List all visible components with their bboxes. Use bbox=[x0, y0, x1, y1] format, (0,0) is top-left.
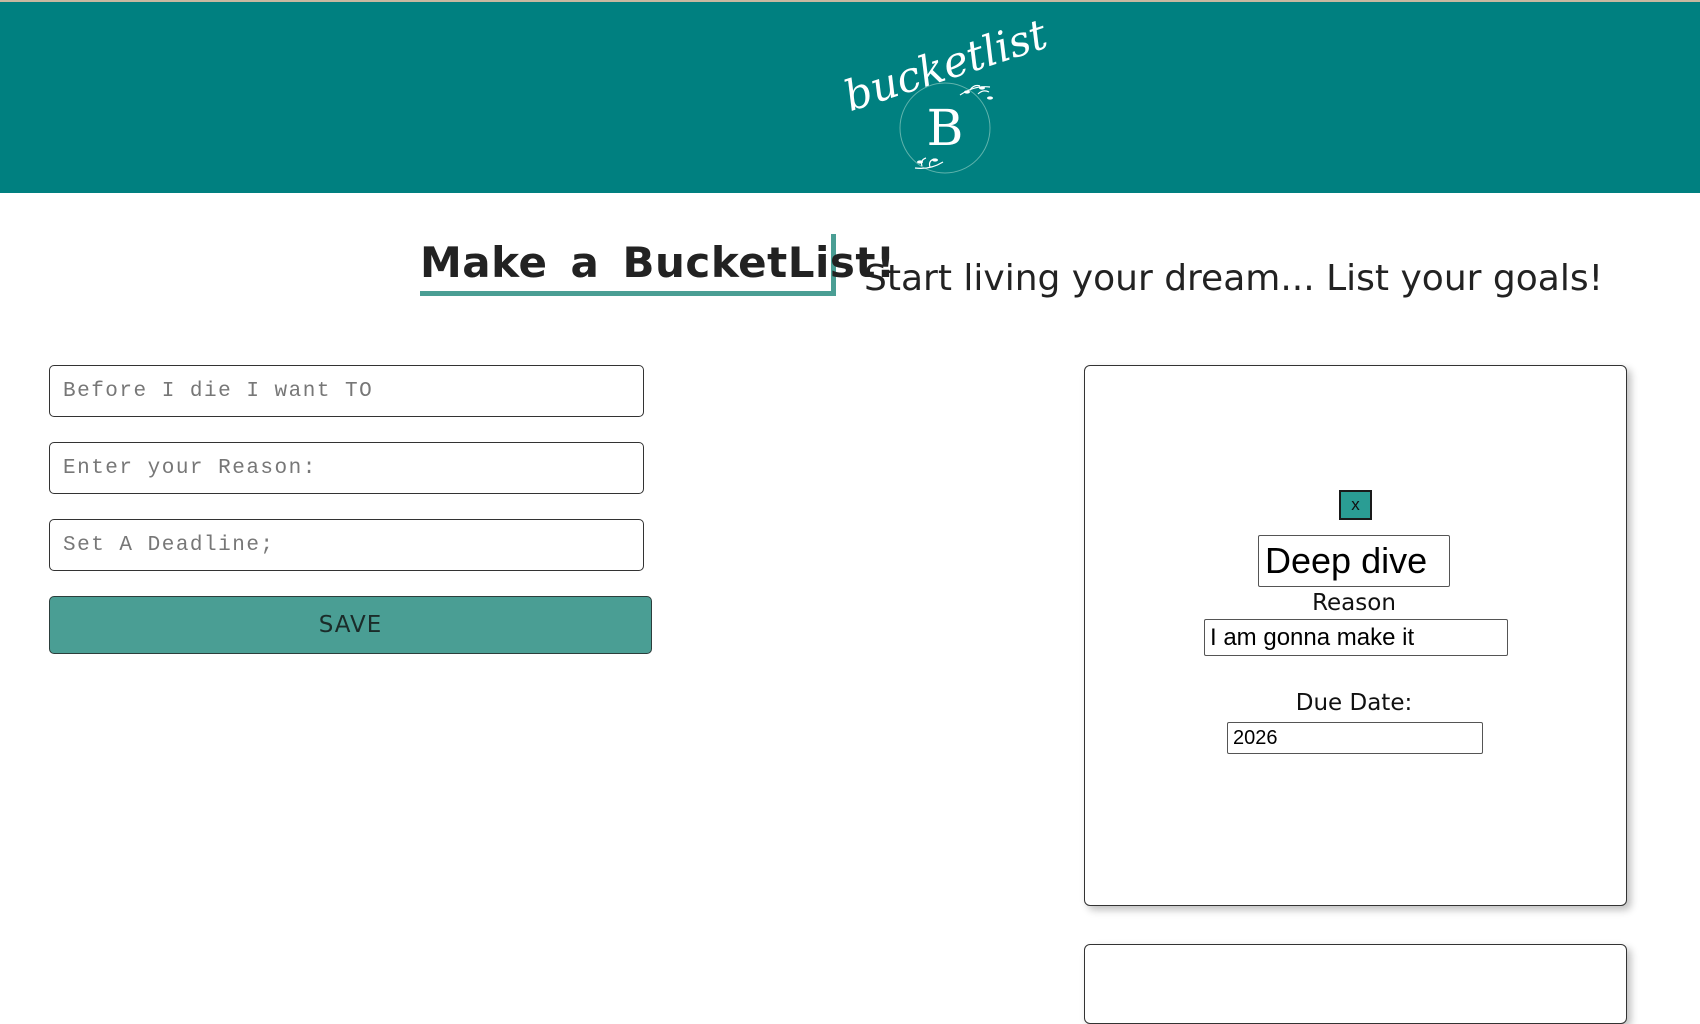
reason-input[interactable] bbox=[49, 442, 644, 494]
save-button[interactable]: SAVE bbox=[49, 596, 652, 654]
goal-input[interactable] bbox=[49, 365, 644, 417]
page-tagline: Start living your dream... List your goa… bbox=[864, 258, 1604, 299]
item-due-field[interactable] bbox=[1227, 722, 1483, 754]
page-title: Make a BucketList! bbox=[420, 238, 896, 287]
item-goal-field[interactable] bbox=[1258, 535, 1450, 587]
deadline-input[interactable] bbox=[49, 519, 644, 571]
bucketlist-logo: bucketlist B bbox=[838, 10, 1053, 174]
logo-letter: B bbox=[927, 99, 964, 157]
item-due-label: Due Date: bbox=[1295, 690, 1413, 716]
item-reason-label: Reason bbox=[1312, 590, 1396, 616]
delete-item-button[interactable]: x bbox=[1339, 490, 1372, 520]
site-header: bucketlist B bbox=[0, 2, 1700, 193]
item-reason-field[interactable] bbox=[1204, 619, 1508, 656]
bucket-item-card-next bbox=[1084, 944, 1627, 1024]
